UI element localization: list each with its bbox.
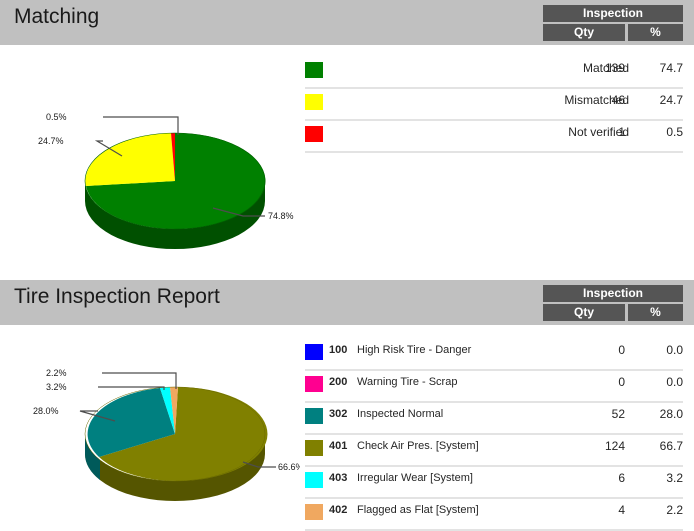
legend-code: 100 (329, 344, 348, 356)
table-row[interactable]: 200 Warning Tire - Scrap 0 0.0 (305, 371, 683, 403)
pie-chart-tire-inspection-svg: 2.2% 3.2% 28.0% 66.6% (33, 368, 300, 501)
column-header-qty: Qty (543, 24, 625, 41)
section-matching: Matching Inspection Qty % 0.5% 24.7% 74.… (0, 0, 694, 280)
legend-swatch (305, 472, 323, 488)
cell-percent: 74.7 (659, 61, 683, 75)
table-row[interactable]: 302 Inspected Normal 52 28.0 (305, 403, 683, 435)
legend-table-tire-inspection: 100 High Risk Tire - Danger 0 0.0 200 Wa… (305, 339, 683, 531)
legend-swatch (305, 376, 323, 392)
column-header-qty: Qty (543, 304, 625, 321)
callout-label: 3.2% (46, 382, 67, 392)
legend-label: Inspected Normal (357, 408, 444, 420)
legend-label: Irregular Wear [System] (357, 472, 473, 484)
cell-percent: 0.0 (666, 375, 683, 389)
legend-swatch (305, 344, 323, 360)
table-row[interactable]: 100 High Risk Tire - Danger 0 0.0 (305, 339, 683, 371)
cell-percent: 0.0 (666, 343, 683, 357)
legend-label: Flagged as Flat [System] (357, 504, 479, 516)
cell-qty: 0 (618, 343, 625, 357)
callout-label: 66.6% (278, 462, 300, 472)
cell-percent: 24.7 (659, 93, 683, 107)
table-row[interactable]: 401 Check Air Pres. [System] 124 66.7 (305, 435, 683, 467)
callout-label: 0.5% (46, 112, 67, 122)
table-row[interactable]: Mismatched 46 24.7 (305, 89, 683, 121)
column-header-inspection: Inspection (543, 5, 683, 22)
page-title: Tire Inspection Report (14, 285, 220, 308)
legend-label: High Risk Tire - Danger (357, 344, 472, 356)
cell-qty: 52 (611, 407, 625, 421)
legend-code: 403 (329, 472, 348, 484)
page-title: Matching (14, 5, 100, 28)
legend-code: 200 (329, 376, 348, 388)
legend-label: Check Air Pres. [System] (357, 440, 479, 452)
legend-table-matching: Matched 139 74.7 Mismatched 46 24.7 Not … (305, 57, 683, 153)
section-title-bar: Matching Inspection Qty % (0, 0, 694, 45)
cell-percent: 66.7 (659, 439, 683, 453)
cell-qty: 4 (618, 503, 625, 517)
table-row[interactable]: Matched 139 74.7 (305, 57, 683, 89)
section-title-bar: Tire Inspection Report Inspection Qty % (0, 280, 694, 325)
cell-percent: 3.2 (666, 471, 683, 485)
callout-label: 2.2% (46, 368, 67, 378)
legend-code: 402 (329, 504, 348, 516)
legend-swatch (305, 504, 323, 520)
pie-chart-matching-svg: 0.5% 24.7% 74.8% (38, 112, 294, 249)
column-header-percent: % (628, 304, 683, 321)
legend-swatch (305, 62, 323, 78)
callout-label: 28.0% (33, 406, 59, 416)
cell-percent: 2.2 (666, 503, 683, 517)
callout-label: 74.8% (268, 211, 294, 221)
cell-qty: 1 (618, 125, 625, 139)
cell-qty: 46 (611, 93, 625, 107)
pie-chart-matching: 0.5% 24.7% 74.8% (0, 53, 300, 263)
callout-label: 24.7% (38, 136, 64, 146)
pie-chart-tire-inspection: 2.2% 3.2% 28.0% 66.6% (0, 329, 300, 529)
table-row[interactable]: Not verified 1 0.5 (305, 121, 683, 153)
cell-qty: 139 (604, 61, 625, 75)
legend-swatch (305, 94, 323, 110)
legend-label: Warning Tire - Scrap (357, 376, 458, 388)
legend-swatch (305, 126, 323, 142)
cell-qty: 124 (604, 439, 625, 453)
column-header-inspection: Inspection (543, 285, 683, 302)
column-header-percent: % (628, 24, 683, 41)
cell-qty: 6 (618, 471, 625, 485)
cell-percent: 0.5 (666, 125, 683, 139)
legend-swatch (305, 440, 323, 456)
legend-code: 302 (329, 408, 348, 420)
legend-swatch (305, 408, 323, 424)
table-row[interactable]: 402 Flagged as Flat [System] 4 2.2 (305, 499, 683, 531)
cell-qty: 0 (618, 375, 625, 389)
section-tire-inspection-report: Tire Inspection Report Inspection Qty % (0, 280, 694, 531)
table-row[interactable]: 403 Irregular Wear [System] 6 3.2 (305, 467, 683, 499)
cell-percent: 28.0 (659, 407, 683, 421)
legend-code: 401 (329, 440, 348, 452)
